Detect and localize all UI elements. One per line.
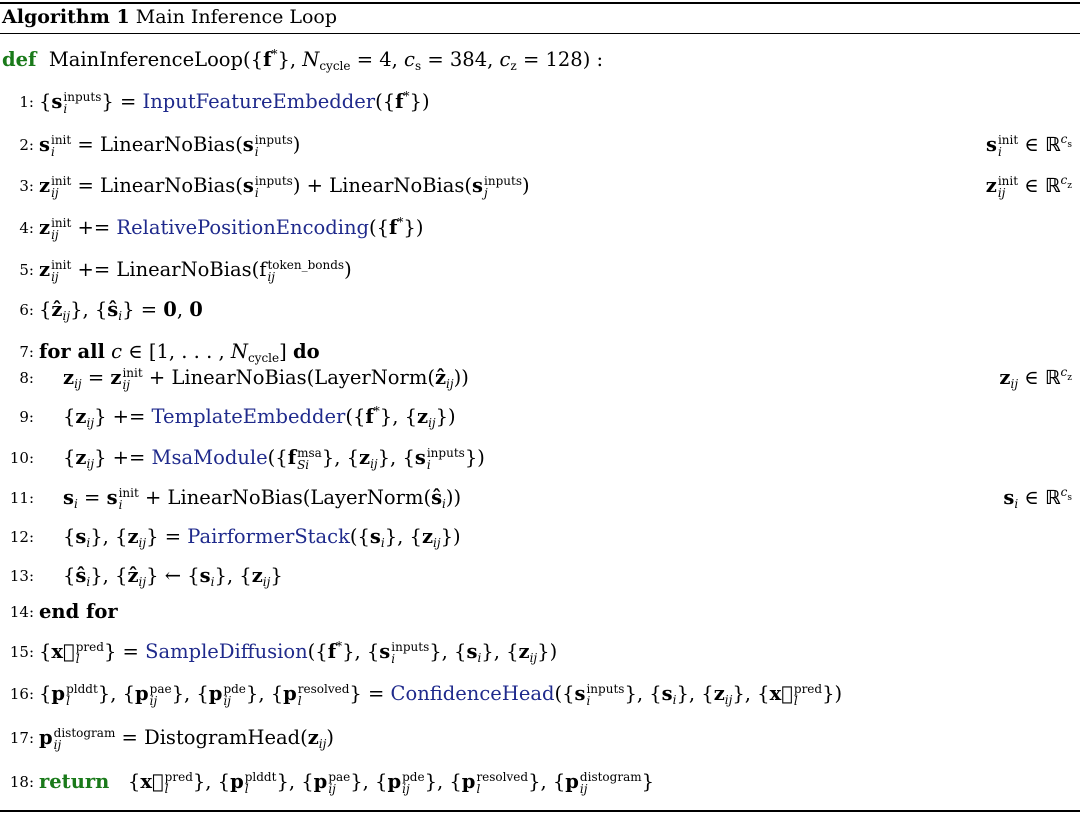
algorithm-box: Algorithm 1 Main Inference Loop def Main… [0, 0, 1080, 813]
line-number: 6: [19, 301, 34, 319]
line-comment: z init ij ∈ ℝcz [985, 173, 1072, 200]
line-comment: s init i ∈ ℝcs [985, 132, 1072, 159]
line-number: 4: [19, 219, 34, 237]
algorithm-line: 10: {zij} += MsaModule({f msa Si}, {zij}, … [0, 438, 1080, 478]
line-code: {zij} += MsaModule({f msa Si}, {zij}, {s in… [63, 445, 485, 472]
line-code: {x⃗ pred l} = SampleDiffusion({f*}, {s inpu… [39, 639, 558, 666]
line-number: 18: [9, 773, 34, 791]
line-number: 8: [19, 369, 34, 387]
caption-rule [0, 33, 1080, 34]
function-name: ConfidenceHead [390, 682, 555, 705]
algorithm-line: 11: si = s init i + LinearNoBias(LayerNorm… [0, 478, 1080, 518]
line-code: {ŝi}, {ẑij} ← {si}, {zij} [63, 564, 283, 589]
line-code: z init ij += LinearNoBias(f token_bonds ij) [39, 257, 352, 284]
line-code: {ẑij}, {ŝi} = 0, 0 [39, 298, 203, 323]
line-number: 9: [19, 408, 34, 426]
function-name: RelativePositionEncoding [116, 216, 370, 239]
line-number: 11: [9, 489, 34, 507]
signature-line: def MainInferenceLoop({f*}, Ncycle = 4, … [0, 40, 1080, 80]
algorithm-line: 6: {ẑij}, {ŝi} = 0, 0 [0, 290, 1080, 330]
algorithm-line: 4: z init ij += RelativePositionEncoding({… [0, 208, 1080, 248]
algorithm-line: 17: p distogram ij = DistogramHead(zij) [0, 718, 1080, 758]
return-keyword: return [39, 770, 110, 793]
line-code: zij = z init ij + LinearNoBias(LayerNorm(ẑ… [63, 365, 469, 392]
top-rule [0, 2, 1080, 4]
line-code: s init i = LinearNoBias(s inputs i) [39, 132, 301, 159]
line-comment: zij ∈ ℝcz [999, 365, 1072, 391]
signature-code: def MainInferenceLoop({f*}, Ncycle = 4, … [2, 47, 604, 73]
line-comment: si ∈ ℝcs [1003, 485, 1072, 511]
function-name: TemplateEmbedder [151, 405, 346, 428]
algorithm-line: 13: {ŝi}, {ẑij} ← {si}, {zij} [0, 556, 1080, 596]
line-number: 15: [9, 643, 34, 661]
line-number: 12: [9, 528, 34, 546]
line-number: 3: [19, 177, 34, 195]
line-code: {s inputs i} = InputFeatureEmbedder({f*}) [39, 89, 430, 116]
algorithm-line: 18: return {x⃗ pred l}, {p plddt l}, {p pae ij… [0, 762, 1080, 802]
end-for-keyword: end for [39, 600, 118, 623]
line-code: z init ij = LinearNoBias(s inputs i) + Linea… [39, 173, 530, 200]
algorithm-line: 14: end for [0, 592, 1080, 632]
function-name: PairformerStack [187, 525, 350, 548]
line-number: 10: [9, 449, 34, 467]
line-number: 13: [9, 567, 34, 585]
algorithm-line: 8: zij = z init ij + LinearNoBias(LayerNor… [0, 358, 1080, 398]
algorithm-line: 15: {x⃗ pred l} = SampleDiffusion({f*}, {s… [0, 632, 1080, 672]
line-code: z init ij += RelativePositionEncoding({f*}… [39, 215, 424, 242]
algorithm-line: 1: {s inputs i} = InputFeatureEmbedder({f*… [0, 82, 1080, 122]
algorithm-line: 3: z init ij = LinearNoBias(s inputs i) + Li… [0, 166, 1080, 206]
algorithm-caption: Algorithm 1 Main Inference Loop [2, 6, 337, 28]
line-code: {zij} += TemplateEmbedder({f*}, {zij}) [63, 404, 456, 430]
algorithm-line: 2: s init i = LinearNoBias(s inputs i) s init… [0, 125, 1080, 165]
line-number: 1: [19, 93, 34, 111]
algorithm-title: Main Inference Loop [135, 6, 338, 28]
line-code: si = s init i + LinearNoBias(LayerNorm(ŝi)… [63, 485, 462, 512]
function-name: SampleDiffusion [145, 640, 308, 663]
line-code: p distogram ij = DistogramHead(zij) [39, 725, 334, 752]
line-number: 5: [19, 261, 34, 279]
line-code: {p plddt l}, {p pae ij}, {p pde ij}, {p resolve… [39, 681, 843, 708]
algorithm-line: 16: {p plddt l}, {p pae ij}, {p pde ij}, {p res… [0, 674, 1080, 714]
line-number: 2: [19, 136, 34, 154]
line-number: 14: [9, 603, 34, 621]
bottom-rule [0, 810, 1080, 812]
algorithm-label: Algorithm 1 [2, 6, 130, 28]
algorithm-line: 12: {si}, {zij} = PairformerStack({si}, … [0, 517, 1080, 557]
function-name: MsaModule [151, 446, 268, 469]
def-keyword: def [2, 48, 37, 71]
line-code: end for [39, 592, 118, 632]
line-code: return {x⃗ pred l}, {p plddt l}, {p pae ij}, {… [39, 769, 655, 796]
line-number: 16: [9, 685, 34, 703]
algorithm-line: 5: z init ij += LinearNoBias(f token_bonds i… [0, 250, 1080, 290]
algorithm-line: 9: {zij} += TemplateEmbedder({f*}, {zij}… [0, 397, 1080, 437]
line-number: 17: [9, 729, 34, 747]
line-code: {si}, {zij} = PairformerStack({si}, {zij… [63, 525, 461, 550]
function-name: InputFeatureEmbedder [142, 90, 376, 113]
